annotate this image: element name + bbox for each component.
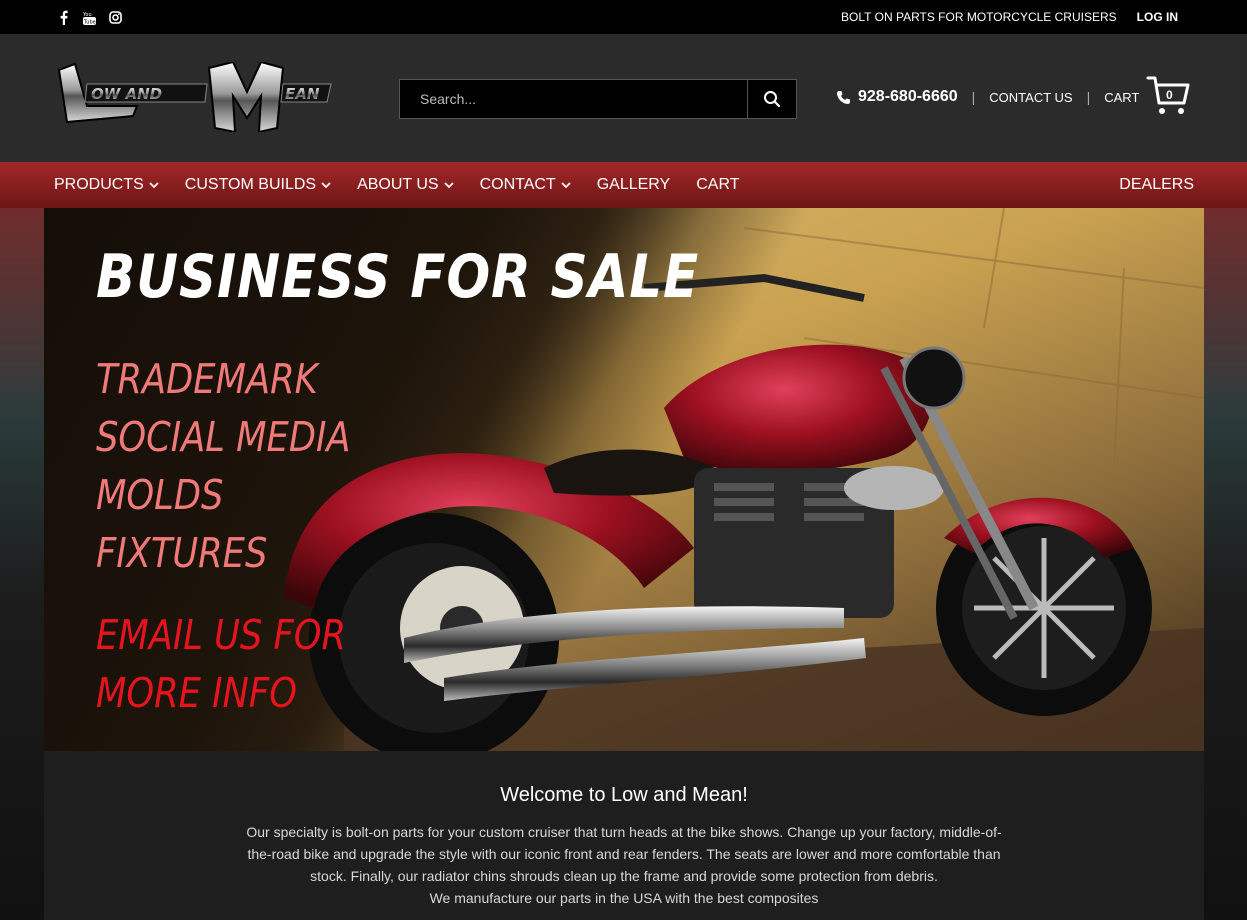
- nav-item-label: CONTACT: [479, 176, 556, 193]
- top-bar: You Tube BOLT ON PARTS FOR MOTORCYCLE CRU…: [0, 0, 1247, 34]
- svg-text:Tube: Tube: [83, 19, 96, 25]
- search-icon: [764, 91, 781, 108]
- nav-item-products[interactable]: PRODUCTS: [54, 176, 159, 194]
- hero-asset-item: TRADEMARK: [96, 355, 318, 403]
- nav-item-gallery[interactable]: GALLERY: [597, 176, 671, 194]
- nav-item-label: GALLERY: [596, 176, 671, 193]
- hero-asset-item: MOLDS: [96, 471, 224, 519]
- nav-item-label: ABOUT US: [357, 176, 439, 193]
- nav-item-label: PRODUCTS: [54, 176, 144, 193]
- phone-icon: [837, 90, 850, 104]
- chevron-down-icon: [443, 181, 454, 189]
- separator: |: [1086, 89, 1091, 105]
- welcome-paragraph: We manufacture our parts in the USA with…: [429, 890, 819, 906]
- site-logo[interactable]: OW AND EAN: [57, 60, 333, 134]
- cart-count-badge: 0: [1166, 88, 1173, 102]
- chevron-down-icon: [321, 181, 331, 189]
- chevron-down-icon: [149, 181, 159, 189]
- welcome-title: Welcome to Low and Mean!: [500, 784, 748, 806]
- instagram-icon[interactable]: [108, 9, 122, 25]
- hero-asset-item: FIXTURES: [96, 529, 268, 577]
- nav-item-dealers[interactable]: DEALERS: [1119, 176, 1194, 194]
- nav-item-contact[interactable]: CONTACT: [480, 176, 571, 194]
- main-nav: PRODUCTS CUSTOM BUILDS ABOUT US CONTACT …: [0, 162, 1247, 208]
- nav-item-custom-builds[interactable]: CUSTOM BUILDS: [185, 176, 331, 194]
- contact-us-link[interactable]: CONTACT US: [989, 90, 1072, 105]
- chevron-down-icon: [561, 181, 571, 189]
- hero-headline: BUSINESS FOR SALE: [96, 242, 700, 312]
- welcome-section: Welcome to Low and Mean! Our specialty i…: [44, 751, 1204, 920]
- nav-item-about-us[interactable]: ABOUT US: [357, 176, 454, 194]
- hero-cta-line: MORE INFO: [96, 669, 297, 717]
- youtube-icon[interactable]: You Tube: [82, 9, 96, 25]
- site-header: OW AND EAN 928-680-6660 | CONTACT US | C…: [0, 34, 1247, 162]
- phone-link[interactable]: 928-680-6660: [836, 88, 958, 106]
- nav-item-label: CUSTOM BUILDS: [184, 176, 317, 193]
- top-right-links: BOLT ON PARTS FOR MOTORCYCLE CRUISERS LO…: [841, 10, 1178, 24]
- phone-number: 928-680-6660: [858, 88, 958, 105]
- separator: |: [971, 89, 976, 105]
- svg-text:OW AND: OW AND: [91, 85, 162, 103]
- hero-banner[interactable]: BUSINESS FOR SALE TRADEMARK SOCIAL MEDIA…: [44, 208, 1204, 751]
- nav-item-cart[interactable]: CART: [696, 176, 739, 194]
- site-tagline: BOLT ON PARTS FOR MOTORCYCLE CRUISERS: [841, 10, 1117, 24]
- hero-cta-line: EMAIL US FOR: [96, 611, 347, 659]
- social-links: You Tube: [56, 9, 122, 25]
- hero-asset-item: SOCIAL MEDIA: [96, 413, 351, 461]
- header-contact-bar: 928-680-6660 | CONTACT US | CART: [836, 88, 1139, 106]
- search-button[interactable]: [747, 80, 796, 118]
- welcome-paragraph: Our specialty is bolt-on parts for your …: [246, 824, 1002, 884]
- svg-text:EAN: EAN: [285, 85, 320, 103]
- cart-link[interactable]: CART: [1104, 90, 1139, 105]
- nav-item-label: CART: [696, 176, 740, 193]
- search-input[interactable]: [400, 80, 747, 118]
- hero-asset-list: TRADEMARK SOCIAL MEDIA MOLDS FIXTURES: [96, 350, 351, 582]
- search-bar: [399, 79, 797, 119]
- hero-cta[interactable]: EMAIL US FOR MORE INFO: [96, 606, 346, 722]
- login-link[interactable]: LOG IN: [1137, 10, 1178, 24]
- facebook-icon[interactable]: [56, 9, 70, 25]
